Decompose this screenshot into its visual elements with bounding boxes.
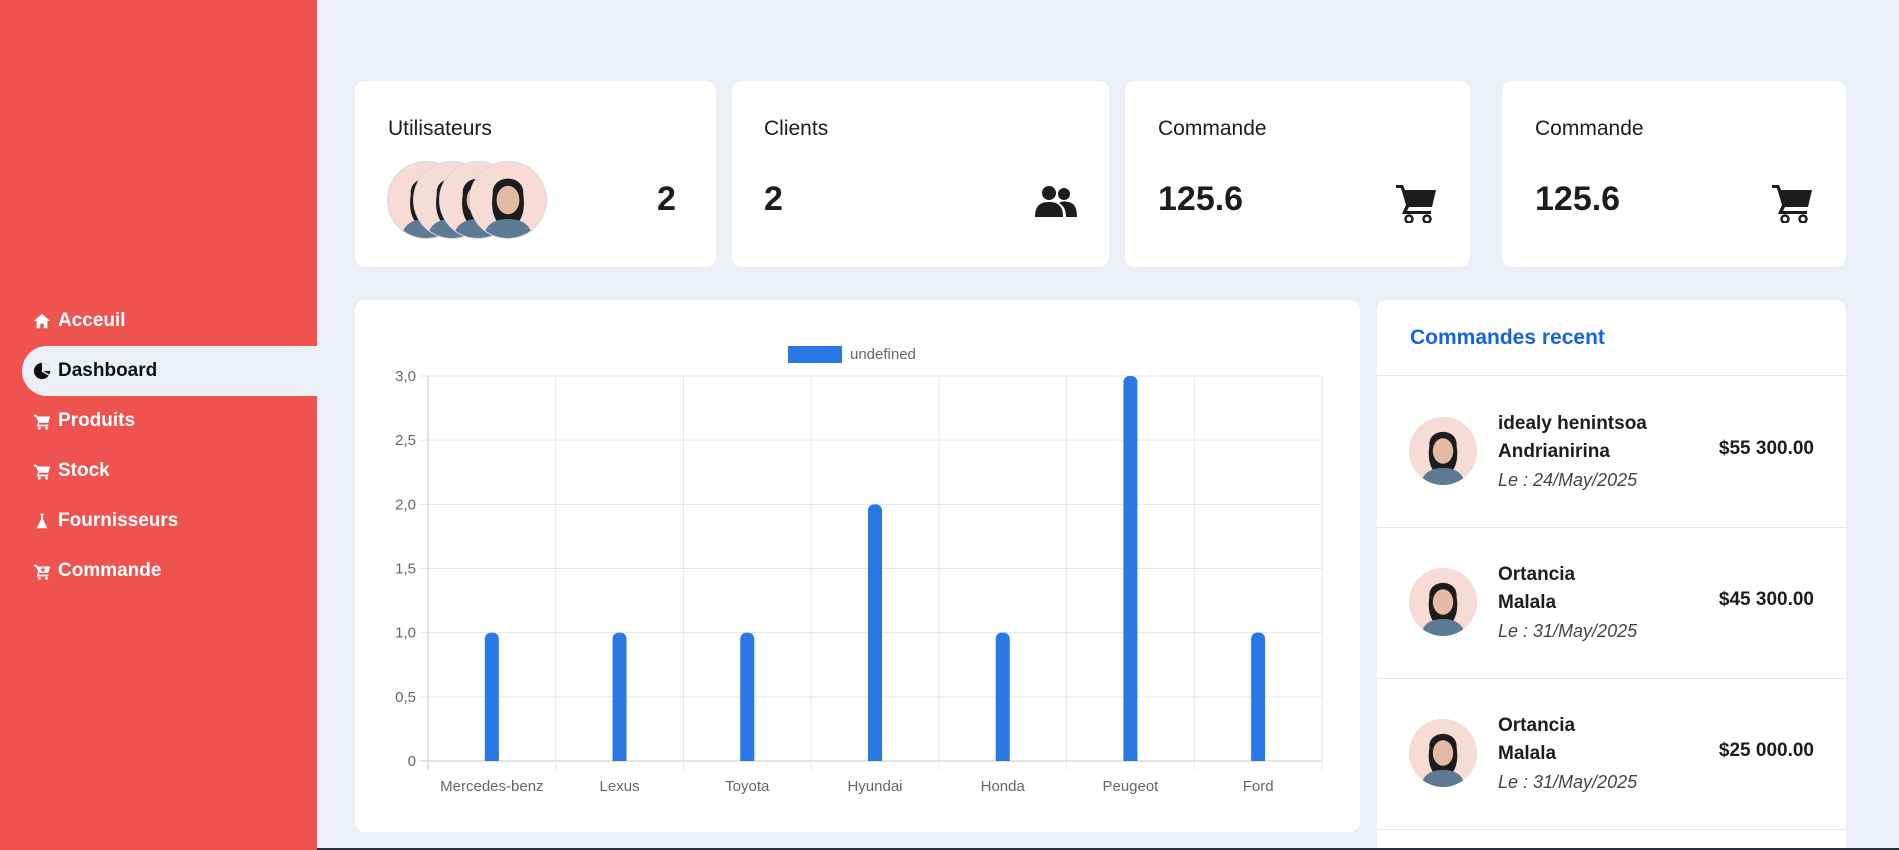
sidebar-item-fournisseurs[interactable]: Fournisseurs	[22, 496, 317, 546]
stat-title: Utilisateurs	[388, 117, 492, 140]
y-tick-label: 2,0	[395, 496, 416, 513]
sidebar-item-label: Fournisseurs	[58, 510, 179, 531]
stat-value: 125.6	[1158, 180, 1244, 218]
avatar	[1409, 568, 1477, 636]
bar	[484, 632, 499, 761]
y-tick-label: 1,5	[395, 561, 416, 578]
order-customer-name: Ortancia Malala	[1498, 564, 1576, 613]
order-amount: $55 300.00	[1718, 438, 1814, 459]
sidebar-nav: Acceuil Dashboard Produits Stock Fournis…	[22, 296, 317, 596]
y-tick-label: 3,0	[395, 368, 416, 385]
bar-base	[484, 753, 499, 761]
avatar	[1409, 719, 1477, 787]
order-date: Le : 24/May/2025	[1498, 470, 1638, 490]
bar-base	[1123, 753, 1138, 761]
flask-icon	[32, 511, 52, 531]
bar	[1251, 632, 1266, 761]
avatar	[1409, 417, 1477, 485]
bar-base	[612, 753, 627, 761]
list-item[interactable]: Ortancia Malala Le : 31/May/2025 $45 300…	[1377, 527, 1846, 677]
stat-title: Commande	[1535, 117, 1644, 140]
order-date: Le : 31/May/2025	[1498, 772, 1638, 792]
sidebar-item-stock[interactable]: Stock	[22, 446, 317, 496]
pie-chart-icon	[32, 361, 52, 381]
recent-orders-panel: Commandes recent idealy henintsoa Andria…	[1377, 300, 1846, 850]
sidebar-item-label: Dashboard	[58, 360, 158, 381]
x-tick-label: Ford	[1243, 778, 1274, 795]
stat-value: 2	[764, 180, 783, 218]
bar-chart: 0 0,5 1,0 1,5 2,0 2,5 3,0 Mercedes-benz Lexus Toy…	[395, 346, 1323, 795]
order-customer-name: Ortancia Malala	[1498, 715, 1576, 764]
order-amount: $25 000.00	[1718, 740, 1814, 761]
sidebar-item-label: Commande	[58, 560, 162, 581]
stat-title: Clients	[764, 117, 829, 140]
avatar	[469, 161, 547, 239]
stat-title: Commande	[1158, 117, 1267, 140]
stat-card-commande: Commande 125.6	[1125, 81, 1470, 267]
bar-base	[995, 753, 1010, 761]
legend-label: undefined	[850, 346, 916, 363]
bar	[1123, 376, 1138, 761]
cart-icon	[1772, 183, 1812, 224]
x-tick-label: Toyota	[725, 778, 770, 795]
sidebar-item-commande[interactable]: Commande	[22, 546, 317, 596]
sidebar-item-produits[interactable]: Produits	[22, 396, 317, 446]
sidebar: Acceuil Dashboard Produits Stock Fournis…	[0, 0, 317, 850]
sidebar-item-acceuil[interactable]: Acceuil	[22, 296, 317, 346]
list-item[interactable]: idealy henintsoa Andrianirina Le : 24/Ma…	[1377, 376, 1846, 526]
recent-orders-title: Commandes recent	[1410, 326, 1605, 349]
chart-card: 0 0,5 1,0 1,5 2,0 2,5 3,0 Mercedes-benz Lexus Toy…	[355, 300, 1360, 832]
sidebar-item-label: Stock	[58, 460, 110, 481]
cart-icon	[32, 461, 52, 481]
bar	[868, 504, 882, 761]
y-tick-label: 1,0	[395, 625, 416, 642]
divider	[1377, 829, 1846, 830]
x-tick-label: Peugeot	[1102, 778, 1159, 795]
sidebar-item-dashboard[interactable]: Dashboard	[22, 346, 317, 396]
cart-plus-icon	[32, 561, 52, 581]
order-date: Le : 31/May/2025	[1498, 621, 1638, 641]
order-amount: $45 300.00	[1718, 589, 1814, 610]
cart-icon	[1396, 183, 1436, 224]
bar-base	[868, 753, 882, 761]
list-item[interactable]: Ortancia Malala Le : 31/May/2025 $25 000…	[1377, 678, 1846, 828]
users-icon	[1035, 185, 1077, 219]
cart-icon	[32, 411, 52, 431]
sidebar-item-label: Produits	[58, 410, 136, 431]
stat-value: 2	[657, 180, 676, 218]
y-tick-label: 0,5	[395, 689, 416, 706]
x-tick-label: Hyundai	[847, 778, 902, 795]
stat-value: 125.6	[1535, 180, 1621, 218]
y-tick-label: 0	[408, 753, 416, 770]
sidebar-item-label: Acceuil	[58, 310, 126, 331]
x-tick-label: Honda	[981, 778, 1026, 795]
bar-base	[740, 753, 755, 761]
home-icon	[32, 311, 52, 331]
bar	[612, 632, 627, 761]
y-tick-label: 2,5	[395, 432, 416, 449]
x-tick-label: Mercedes-benz	[440, 778, 543, 795]
stat-card-clients: Clients 2	[732, 81, 1109, 267]
bar	[995, 632, 1010, 761]
avatar-group	[387, 161, 547, 241]
stat-card-commande-2: Commande 125.6	[1502, 81, 1846, 267]
x-tick-label: Lexus	[600, 778, 640, 795]
order-customer-name: idealy henintsoa Andrianirina	[1498, 413, 1647, 462]
bar-base	[1251, 753, 1266, 761]
bar	[740, 632, 755, 761]
stat-card-utilisateurs: Utilisateurs 2	[355, 81, 716, 267]
legend-swatch	[788, 346, 842, 363]
